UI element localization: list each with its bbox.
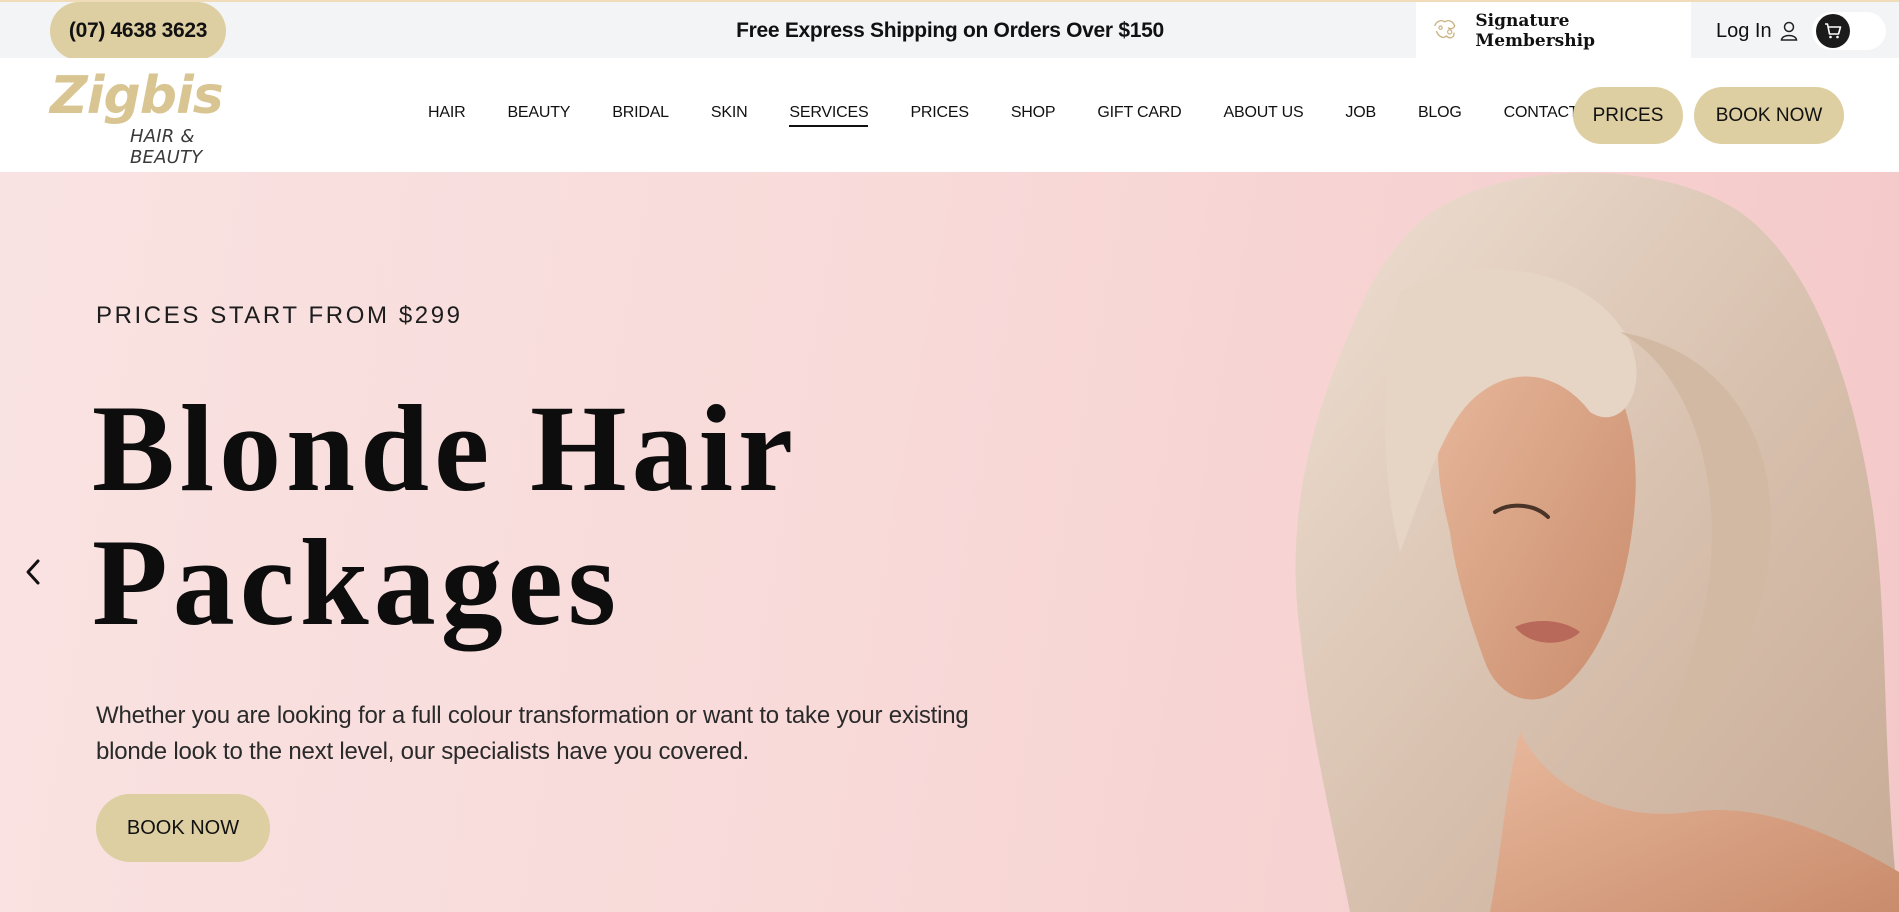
- nav-item-skin[interactable]: SKIN: [711, 104, 748, 127]
- top-bar: (07) 4638 3623 Free Express Shipping on …: [0, 0, 1899, 60]
- cart-button[interactable]: [1816, 14, 1850, 48]
- site-logo[interactable]: Zigbis HAIR & BEAUTY: [50, 66, 270, 168]
- nav-item-gift-card[interactable]: GIFT CARD: [1097, 104, 1181, 127]
- login-link[interactable]: Log In: [1716, 2, 1798, 60]
- hero-slider: PRICES START FROM $299 Blonde Hair Packa…: [0, 172, 1899, 912]
- login-label: Log In: [1716, 19, 1772, 42]
- nav-item-about-us[interactable]: ABOUT US: [1224, 104, 1304, 127]
- nav-item-beauty[interactable]: BEAUTY: [507, 104, 570, 127]
- slider-prev-button[interactable]: [18, 552, 48, 592]
- logo-tagline: HAIR & BEAUTY: [130, 126, 203, 168]
- nav-item-job[interactable]: JOB: [1345, 104, 1376, 127]
- headline-line-1: Blonde Hair: [92, 380, 799, 517]
- nav-item-bridal[interactable]: BRIDAL: [612, 104, 669, 127]
- hero-headline: Blonde Hair Packages: [92, 382, 992, 650]
- nav-item-shop[interactable]: SHOP: [1011, 104, 1056, 127]
- hero-eyebrow: PRICES START FROM $299: [96, 302, 463, 329]
- hero-description: Whether you are looking for a full colou…: [96, 702, 969, 765]
- nav-item-services[interactable]: SERVICES: [789, 104, 869, 127]
- membership-icon: [1434, 20, 1456, 39]
- prices-button[interactable]: PRICES: [1573, 87, 1683, 144]
- nav-item-blog[interactable]: BLOG: [1418, 104, 1462, 127]
- signature-membership-link[interactable]: Signature Membership: [1416, 2, 1691, 60]
- logo-wordmark: Zigbis: [50, 66, 224, 126]
- chevron-left-icon: [26, 559, 40, 585]
- shipping-banner: Free Express Shipping on Orders Over $15…: [736, 19, 1164, 42]
- headline-line-2: Packages: [92, 514, 622, 651]
- nav-item-prices[interactable]: PRICES: [910, 104, 969, 127]
- main-menu: HAIR BEAUTY BRIDAL SKIN SERVICES PRICES …: [428, 58, 1604, 172]
- book-now-button[interactable]: BOOK NOW: [1694, 87, 1844, 144]
- cart-icon: [1825, 23, 1842, 39]
- cart-toggle: [1812, 12, 1886, 50]
- phone-number-button[interactable]: (07) 4638 3623: [50, 2, 226, 60]
- hero-book-now-button[interactable]: BOOK NOW: [96, 794, 270, 862]
- nav-item-hair[interactable]: HAIR: [428, 104, 466, 127]
- hero-model-image: [1295, 172, 1899, 912]
- user-icon: [1780, 21, 1797, 41]
- membership-label: Signature Membership: [1475, 11, 1595, 51]
- main-header: Zigbis HAIR & BEAUTY HAIR BEAUTY BRIDAL …: [0, 58, 1899, 172]
